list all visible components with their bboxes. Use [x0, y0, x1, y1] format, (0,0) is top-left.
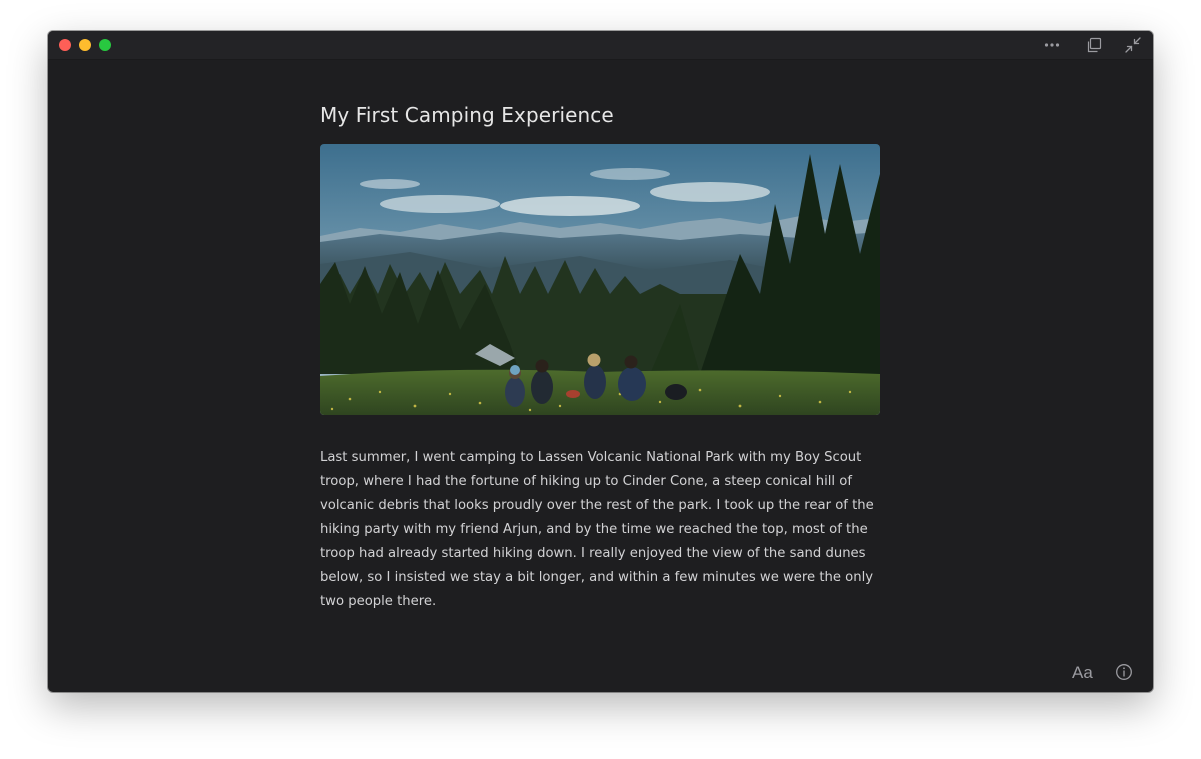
minimize-window-button[interactable]	[79, 39, 91, 51]
close-window-button[interactable]	[59, 39, 71, 51]
article-title: My First Camping Experience	[320, 103, 614, 127]
article: My First Camping Experience Last summer,…	[320, 101, 880, 609]
more-icon[interactable]	[1043, 36, 1061, 54]
camping-photo	[320, 144, 880, 415]
info-icon[interactable]	[1115, 663, 1133, 681]
app-window: My First Camping Experience Last summer,…	[48, 31, 1153, 692]
duplicate-icon[interactable]	[1085, 36, 1103, 54]
font-settings-button[interactable]: Aa	[1072, 663, 1093, 683]
article-body: Last summer, I went camping to Lassen Vo…	[320, 450, 874, 609]
collapse-icon[interactable]	[1124, 36, 1142, 54]
title-bar	[48, 31, 1153, 60]
maximize-window-button[interactable]	[99, 39, 111, 51]
